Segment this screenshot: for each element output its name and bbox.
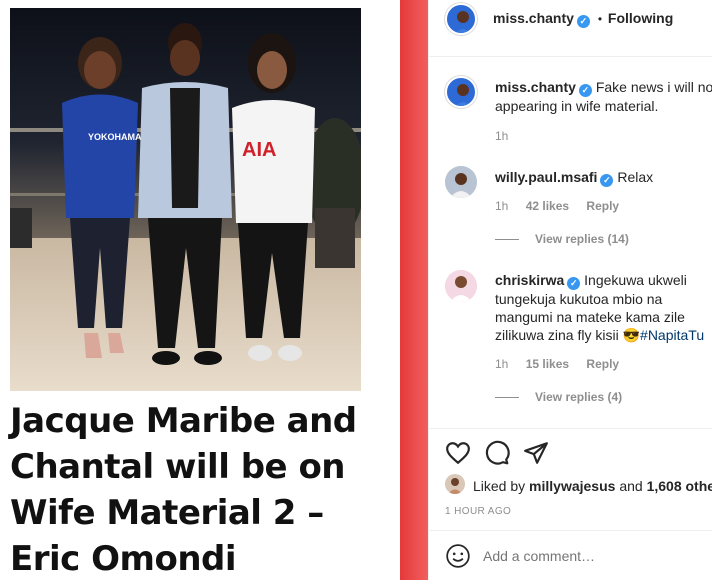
comment-likes[interactable]: 42 likes: [526, 199, 569, 213]
following-button[interactable]: Following: [608, 10, 673, 26]
view-replies-button[interactable]: View replies (14): [495, 232, 629, 246]
caption-avatar[interactable]: [445, 76, 477, 108]
verified-icon: ✓: [578, 84, 592, 97]
caption-line: Wife Material 2 –: [10, 493, 324, 533]
comment-avatar[interactable]: [445, 166, 477, 198]
caption-line: Chantal will be on: [10, 447, 346, 487]
avatar-image: [448, 478, 462, 494]
likes-connector: and: [619, 478, 643, 494]
caption-text-line1: Fake news i will not b: [595, 79, 712, 95]
comment-reply-button[interactable]: Reply: [586, 357, 619, 371]
post-caption-graphic: Jacque Maribe and Chantal will be on Wif…: [10, 398, 390, 580]
background-strip: [400, 0, 428, 580]
comment-time[interactable]: 1h: [495, 357, 508, 371]
hashtag-link[interactable]: #NapitaTu: [640, 327, 704, 343]
comment-text: Relax: [617, 169, 654, 185]
likes-others-link[interactable]: 1,608 others: [647, 478, 712, 494]
liked-by-avatar[interactable]: [445, 474, 465, 494]
smiley-icon[interactable]: [445, 543, 471, 569]
avatar-image: [445, 166, 477, 198]
comment-box-divider: [429, 530, 712, 531]
avatar-image: [445, 270, 477, 302]
post-photo: YOKOHAMA AIA: [10, 8, 361, 391]
likes-user-link[interactable]: millywajesus: [529, 478, 615, 494]
likes-summary: Liked by millywajesus and 1,608 others: [473, 478, 712, 494]
verified-icon: ✓: [600, 174, 614, 187]
caption-username[interactable]: miss.chanty: [495, 79, 576, 95]
comment-username[interactable]: willy.paul.msafi: [495, 169, 597, 185]
caption-line: Eric Omondi: [10, 539, 237, 579]
likes-prefix: Liked by: [473, 478, 526, 494]
comment-text-line4: zilikuwa zina fly kisii: [495, 327, 619, 343]
post-header: miss.chanty ✓ • Following: [429, 0, 712, 56]
comment-text-line3: mangumi na mateke kama zile: [495, 309, 685, 325]
heart-icon[interactable]: [445, 440, 471, 466]
comment-time[interactable]: 1h: [495, 199, 508, 213]
share-icon[interactable]: [523, 440, 549, 466]
avatar-image: [456, 11, 470, 33]
header-separator: •: [597, 12, 603, 26]
caption-time[interactable]: 1h: [495, 129, 508, 143]
post-sidebar: miss.chanty ✓ • Following miss.chanty ✓ Fa…: [428, 0, 712, 580]
add-comment-input[interactable]: [483, 546, 703, 566]
view-replies-button[interactable]: View replies (4): [495, 390, 622, 404]
header-avatar[interactable]: [445, 3, 477, 35]
actions-divider: [429, 428, 712, 429]
header-username[interactable]: miss.chanty: [493, 10, 574, 26]
post-image[interactable]: YOKOHAMA AIA Jacque Maribe and Chantal w…: [0, 0, 400, 580]
caption-line: Jacque Maribe and: [10, 401, 357, 441]
comment-username[interactable]: chriskirwa: [495, 272, 564, 288]
comment-text-line1: Ingekuwa ukweli: [584, 272, 687, 288]
comment-avatar[interactable]: [445, 270, 477, 302]
verified-icon: ✓: [576, 15, 590, 28]
comment-likes[interactable]: 15 likes: [526, 357, 569, 371]
comment-reply-button[interactable]: Reply: [586, 199, 619, 213]
avatar-image: [456, 84, 470, 106]
svg-text:AIA: AIA: [242, 139, 276, 161]
caption-text-line2: appearing in wife material.: [495, 98, 659, 114]
post-timestamp[interactable]: 1 HOUR AGO: [445, 506, 511, 517]
photo-illustration: YOKOHAMA AIA: [10, 8, 361, 391]
comment-icon[interactable]: [484, 440, 510, 466]
header-divider: [429, 56, 712, 57]
verified-icon: ✓: [567, 277, 581, 290]
svg-text:YOKOHAMA: YOKOHAMA: [88, 132, 142, 142]
sunglasses-emoji-icon: 😎: [622, 327, 641, 343]
comment-text-line2: tungekuja kukutoa mbio na: [495, 291, 663, 307]
